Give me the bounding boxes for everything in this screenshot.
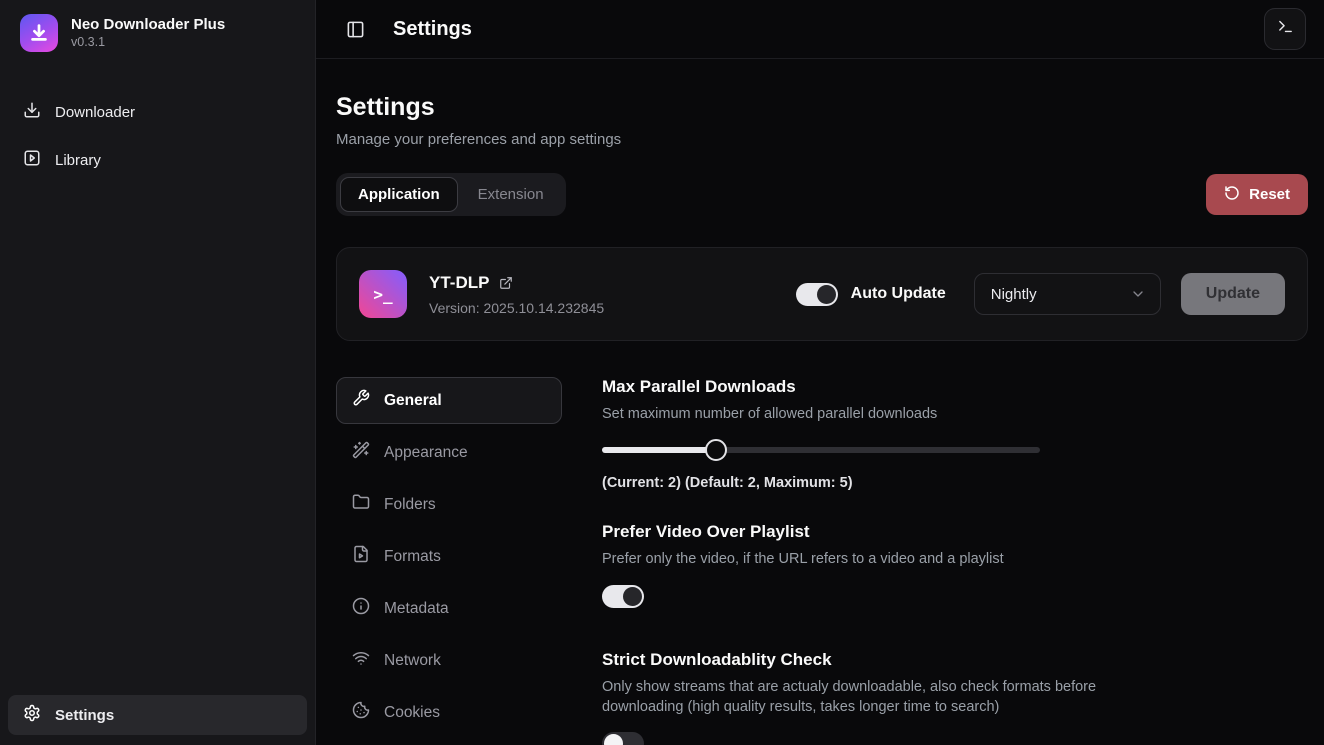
sidebar-item-label: Library bbox=[55, 152, 101, 169]
update-channel-select[interactable]: Nightly bbox=[974, 273, 1161, 315]
settings-nav-label: Formats bbox=[384, 548, 441, 566]
setting-title: Prefer Video Over Playlist bbox=[602, 522, 1308, 542]
ytdlp-title: YT-DLP bbox=[429, 273, 489, 293]
settings-section-nav: General Appearance Folders Formats bbox=[336, 377, 562, 745]
settings-nav-label: General bbox=[384, 392, 442, 410]
settings-nav-label: Metadata bbox=[384, 600, 449, 618]
toggle-knob bbox=[623, 587, 642, 606]
page-subtitle: Manage your preferences and app settings bbox=[336, 131, 1308, 148]
parallel-downloads-slider[interactable] bbox=[602, 438, 1040, 462]
ytdlp-terminal-icon: >_ bbox=[359, 270, 407, 318]
settings-tabs: Application Extension bbox=[336, 173, 566, 216]
max-parallel-downloads-setting: Max Parallel Downloads Set maximum numbe… bbox=[602, 377, 1308, 491]
tab-application[interactable]: Application bbox=[340, 177, 458, 212]
update-button[interactable]: Update bbox=[1181, 273, 1285, 315]
wand-sparkles-icon bbox=[352, 441, 370, 464]
settings-nav-label: Network bbox=[384, 652, 441, 670]
setting-description: Set maximum number of allowed parallel d… bbox=[602, 404, 1118, 424]
sidebar-item-label: Downloader bbox=[55, 104, 135, 121]
panel-left-icon[interactable] bbox=[346, 20, 365, 39]
reset-button[interactable]: Reset bbox=[1206, 174, 1308, 215]
setting-description: Only show streams that are actualy downl… bbox=[602, 677, 1118, 718]
file-play-icon bbox=[352, 545, 370, 568]
sidebar-item-library[interactable]: Library bbox=[8, 140, 307, 180]
prefer-video-toggle[interactable] bbox=[602, 585, 644, 608]
update-channel-value: Nightly bbox=[991, 286, 1037, 303]
terminal-icon bbox=[1277, 18, 1294, 40]
main-header: Settings bbox=[316, 0, 1324, 59]
reset-label: Reset bbox=[1249, 186, 1290, 203]
strict-check-toggle[interactable] bbox=[602, 732, 644, 745]
settings-nav-label: Folders bbox=[384, 496, 436, 514]
auto-update-toggle[interactable] bbox=[796, 283, 838, 306]
sidebar-item-label: Settings bbox=[55, 707, 114, 724]
cookie-icon bbox=[352, 701, 370, 724]
wrench-icon bbox=[352, 389, 370, 412]
parallel-slider-fill bbox=[602, 447, 716, 453]
parallel-slider-thumb[interactable] bbox=[705, 439, 727, 461]
app-name: Neo Downloader Plus bbox=[71, 16, 225, 35]
setting-description: Prefer only the video, if the URL refers… bbox=[602, 549, 1118, 569]
toggle-knob bbox=[604, 734, 623, 745]
sidebar-item-settings[interactable]: Settings bbox=[8, 695, 307, 735]
settings-nav-folders[interactable]: Folders bbox=[336, 481, 562, 528]
sidebar-nav: Downloader Library bbox=[8, 92, 307, 180]
download-icon bbox=[23, 101, 41, 123]
main-area: Settings Settings Manage your preference… bbox=[316, 0, 1324, 745]
app-window: Neo Downloader Plus v0.3.1 Downloader Li… bbox=[0, 0, 1324, 745]
settings-nav-general[interactable]: General bbox=[336, 377, 562, 424]
app-brand: Neo Downloader Plus v0.3.1 bbox=[8, 10, 307, 56]
folder-icon bbox=[352, 493, 370, 516]
settings-nav-network[interactable]: Network bbox=[336, 637, 562, 684]
external-link-icon[interactable] bbox=[499, 276, 513, 290]
wifi-icon bbox=[352, 649, 370, 672]
settings-nav-sponsorblock[interactable]: Sponsorblock bbox=[336, 741, 562, 745]
strict-check-setting: Strict Downloadablity Check Only show st… bbox=[602, 650, 1308, 745]
ytdlp-version: Version: 2025.10.14.232845 bbox=[429, 300, 604, 316]
settings-nav-formats[interactable]: Formats bbox=[336, 533, 562, 580]
settings-content: Settings Manage your preferences and app… bbox=[316, 59, 1324, 745]
slider-value-info: (Current: 2) (Default: 2, Maximum: 5) bbox=[602, 475, 1308, 491]
tab-extension[interactable]: Extension bbox=[460, 177, 562, 212]
play-square-icon bbox=[23, 149, 41, 171]
settings-nav-metadata[interactable]: Metadata bbox=[336, 585, 562, 632]
app-version: v0.3.1 bbox=[71, 35, 225, 51]
setting-title: Max Parallel Downloads bbox=[602, 377, 1308, 397]
toggle-knob bbox=[817, 285, 836, 304]
sidebar-item-downloader[interactable]: Downloader bbox=[8, 92, 307, 132]
prefer-video-setting: Prefer Video Over Playlist Prefer only t… bbox=[602, 522, 1308, 607]
setting-title: Strict Downloadablity Check bbox=[602, 650, 1308, 670]
settings-nav-label: Cookies bbox=[384, 704, 440, 722]
rotate-ccw-icon bbox=[1224, 185, 1240, 205]
chevron-down-icon bbox=[1130, 286, 1146, 302]
ytdlp-card: >_ YT-DLP Version: 2025.10.14.232845 Aut… bbox=[336, 247, 1308, 341]
auto-update-label: Auto Update bbox=[851, 285, 946, 303]
gear-icon bbox=[23, 704, 41, 726]
settings-nav-label: Appearance bbox=[384, 444, 468, 462]
app-logo-download-icon bbox=[20, 14, 58, 52]
settings-nav-appearance[interactable]: Appearance bbox=[336, 429, 562, 476]
info-circle-icon bbox=[352, 597, 370, 620]
general-settings-panel: Max Parallel Downloads Set maximum numbe… bbox=[602, 377, 1308, 745]
header-title: Settings bbox=[393, 18, 472, 41]
page-title: Settings bbox=[336, 93, 1308, 122]
terminal-button[interactable] bbox=[1264, 8, 1306, 50]
settings-nav-cookies[interactable]: Cookies bbox=[336, 689, 562, 736]
sidebar: Neo Downloader Plus v0.3.1 Downloader Li… bbox=[0, 0, 316, 745]
